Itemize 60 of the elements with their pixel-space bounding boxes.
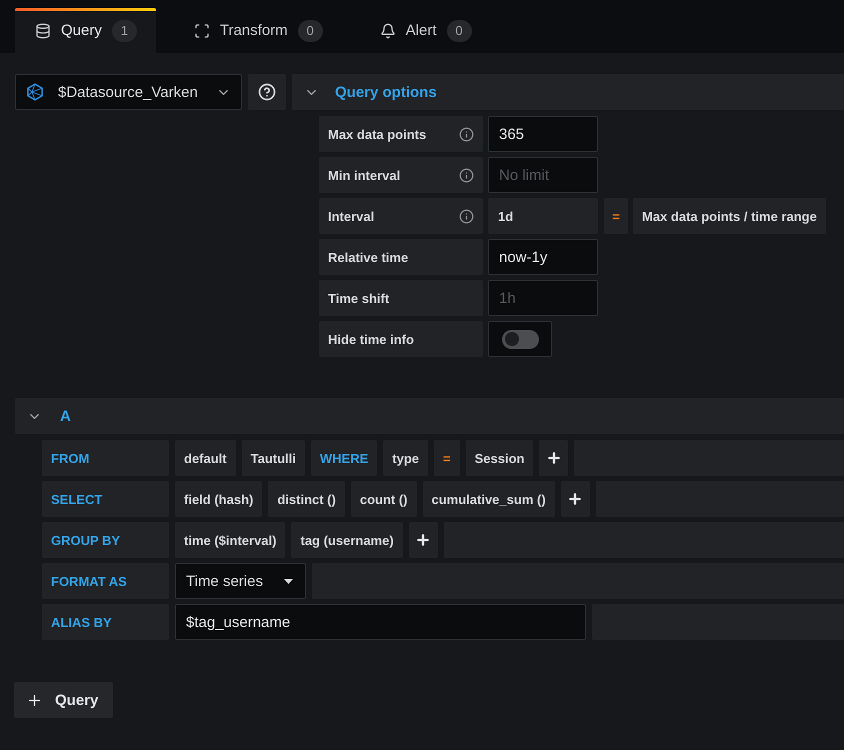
toggle-switch[interactable] [502,330,538,348]
tab[interactable]: Transform 0 [174,8,342,53]
frame-corners-icon [194,22,210,38]
clause-keyword: ALIAS BY [42,604,169,640]
query-segment[interactable]: count () [350,481,416,517]
tab[interactable]: Query 1 [15,8,156,53]
option-label: Interval [328,208,374,224]
input-field[interactable]: No limit [488,157,598,193]
interval-value: 1d [488,198,598,234]
tab[interactable]: Alert 0 [360,8,490,53]
query-segment[interactable]: cumulative_sum () [422,481,555,517]
info-icon[interactable] [459,126,474,142]
info-icon[interactable] [459,208,474,224]
input-field[interactable]: 365 [488,116,598,152]
input-field[interactable]: now-1y [488,239,598,275]
interval-note: Max data points / time range [633,198,826,234]
option-label: Max data points [328,126,426,142]
query-segment[interactable]: default [175,440,236,476]
operator-label: = [604,198,628,234]
database-icon [35,22,51,38]
count-badge: 0 [298,20,323,42]
format-select[interactable]: Time series [175,563,306,599]
collapse-header[interactable]: A [15,398,844,434]
operator-segment[interactable]: = [434,440,460,476]
option-label: Time shift [328,290,390,306]
option-label: Min interval [328,168,400,182]
query-segment[interactable]: distinct () [268,481,345,517]
datasource-select[interactable]: $Datasource_Varken [15,74,242,110]
clause-keyword: SELECT [42,481,169,517]
clause-keyword: GROUP BY [42,522,169,558]
datasource-name: $Datasource_Varken [58,84,199,100]
bell-icon [380,22,396,38]
query-segment[interactable]: type [383,440,428,476]
query-segment[interactable]: field (hash) [175,481,262,517]
caret-icon [284,578,293,584]
plus-icon [415,532,432,548]
add-button[interactable] [408,522,438,558]
keyword-segment: WHERE [310,440,378,476]
plus-icon [546,450,562,466]
query-segment[interactable]: time ($interval) [175,522,286,558]
polyhedron-icon [26,83,44,101]
help-icon [258,83,276,101]
query-segment[interactable]: Session [466,440,534,476]
clause-keyword: FORMAT AS [42,563,169,599]
info-icon[interactable] [459,168,474,182]
option-label: Hide time info [328,332,414,346]
add-button[interactable] [560,481,590,517]
clause-keyword: FROM [42,440,169,476]
count-badge: 0 [446,20,472,42]
query-segment[interactable]: Tautulli [242,440,305,476]
query-segment[interactable]: tag (username) [291,522,403,558]
count-badge: 1 [112,20,137,42]
add-button[interactable] [539,440,568,476]
plus-icon [567,491,584,507]
help-button[interactable] [248,74,286,110]
alias-input[interactable]: $tag_username [175,604,586,640]
option-label: Relative time [328,250,408,264]
add-query-button[interactable]: Query [14,682,113,718]
input-field[interactable]: 1h [488,280,598,316]
query-options-header[interactable]: Query options [292,74,844,110]
